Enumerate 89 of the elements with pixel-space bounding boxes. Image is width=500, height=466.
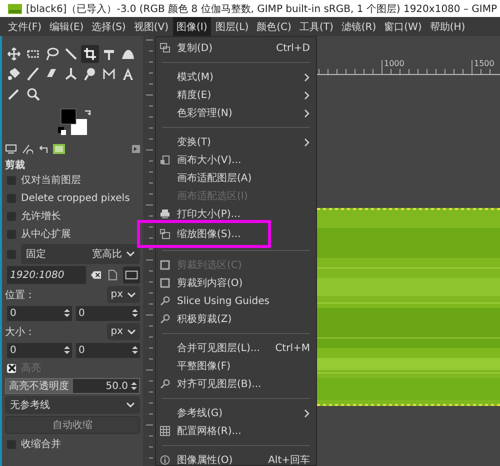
- menu-item[interactable]: Slice Using Guides: [156, 292, 316, 310]
- panel-menu-icon[interactable]: [132, 145, 140, 153]
- ruler-label: 1000: [384, 59, 404, 68]
- square-icon: [160, 260, 170, 270]
- checkbox-label: Delete cropped pixels: [21, 192, 130, 204]
- ruler-label: 1500: [474, 59, 494, 68]
- clear-icon[interactable]: [90, 271, 102, 279]
- zoom-icon: [26, 87, 40, 101]
- menu-item[interactable]: 视图(V): [130, 17, 172, 36]
- menu-item[interactable]: 帮助(H): [426, 17, 470, 36]
- checkbox-label: 从中心扩展: [21, 228, 71, 241]
- duplicate-icon: [160, 43, 170, 53]
- undo-icon[interactable]: [37, 144, 49, 154]
- landscape-icon[interactable]: [122, 266, 140, 284]
- menu-item[interactable]: 画布适配图层(A): [156, 169, 316, 187]
- ratio-field[interactable]: 1920:1080: [7, 266, 86, 284]
- checkbox-label: 收缩合并: [21, 438, 61, 451]
- spin-arrows-icon[interactable]: [131, 381, 137, 391]
- lasso-icon: [45, 47, 59, 61]
- menu-item[interactable]: 文件(F): [4, 17, 46, 36]
- spin-arrows-icon[interactable]: [132, 345, 138, 355]
- spin-arrows-icon[interactable]: [64, 345, 70, 355]
- menu-item[interactable]: 平整图像(F): [156, 357, 316, 375]
- menu-item[interactable]: 复制(D) Ctrl+D: [156, 39, 316, 57]
- menu-item[interactable]: 变换(T): [156, 133, 316, 151]
- grid-icon: [160, 426, 170, 436]
- caret-icon: [126, 402, 135, 408]
- menu-item[interactable]: 编辑(E): [46, 17, 88, 36]
- text-tool-icon: [121, 67, 135, 81]
- number-field[interactable]: 0: [7, 306, 72, 320]
- menu-item[interactable]: 图层(L): [211, 17, 253, 36]
- guides-dropdown[interactable]: 无参考线: [5, 396, 140, 414]
- menu-item[interactable]: 窗口(W): [380, 17, 426, 36]
- spin-arrows-icon[interactable]: [132, 308, 138, 318]
- menu-item[interactable]: 打印大小(P)...: [156, 205, 316, 223]
- section-title: 剪裁: [5, 158, 26, 170]
- slider-label: 高亮不透明度: [8, 380, 69, 393]
- printer-icon: [160, 209, 170, 219]
- unit-dropdown[interactable]: px: [106, 323, 140, 340]
- field-label: 位置：: [5, 288, 35, 302]
- info-icon: [160, 455, 170, 465]
- tool-button[interactable]: [24, 85, 42, 103]
- menu-item[interactable]: 对齐可见图层(B)...: [156, 375, 316, 393]
- menu-item[interactable]: 色彩管理(N): [156, 104, 316, 122]
- app-icon: [8, 4, 22, 14]
- tool-button[interactable]: [5, 65, 23, 83]
- number-field[interactable]: 0: [7, 342, 72, 358]
- crop-icon: [83, 47, 97, 61]
- menu-item[interactable]: 合并可见图层(L)... Ctrl+M: [156, 339, 316, 357]
- checkbox-label: 仅对当前图层: [21, 174, 81, 187]
- number-field[interactable]: 0: [76, 342, 140, 358]
- caret-icon: [127, 292, 136, 298]
- menu-item[interactable]: 精度(E): [156, 86, 316, 104]
- scale-icon: [160, 229, 170, 239]
- menu-item[interactable]: 滤镜(R): [337, 17, 380, 36]
- dropdown[interactable]: 固定 宽高比: [21, 244, 140, 264]
- menu-item[interactable]: 积极剪裁(Z): [156, 310, 316, 328]
- menu-item[interactable]: 图像(I): [172, 17, 212, 36]
- canvas-size-icon: [160, 155, 170, 165]
- menu-item[interactable]: 图像属性(O) Alt+回车: [156, 451, 316, 466]
- checkbox-label: 允许增长: [21, 210, 61, 223]
- portrait-icon[interactable]: [108, 269, 118, 281]
- window-title: [black6]（已导入）-3.0 (RGB 颜色 8 位伽马整数, GIMP built-in sRGB, 1 个图层) 1920x1080 – GIMP: [26, 2, 497, 16]
- menu-item[interactable]: 画布大小(V)...: [156, 151, 316, 169]
- caret-icon: [127, 328, 136, 334]
- move-icon: [7, 47, 21, 61]
- field-label: 大小：: [5, 326, 35, 338]
- auto-shrink-button[interactable]: 自动收缩: [5, 416, 140, 434]
- menu-item[interactable]: 模式(M): [156, 68, 316, 86]
- square-icon: [160, 278, 170, 288]
- unit-dropdown[interactable]: px: [106, 286, 140, 303]
- tool-button[interactable]: [81, 45, 99, 63]
- menu-item[interactable]: 工具(T): [295, 17, 338, 36]
- menu-item[interactable]: 颜色(C): [252, 17, 296, 36]
- menu-item[interactable]: 剪裁到内容(O): [156, 274, 316, 292]
- bucket-icon: [7, 67, 21, 81]
- menu-item[interactable]: 选择(S): [88, 17, 130, 36]
- slider-value: 50.0: [106, 380, 129, 392]
- number-field[interactable]: 0: [76, 306, 140, 320]
- caret-icon: [126, 251, 135, 257]
- menu-item[interactable]: 配置网格(R)...: [156, 422, 316, 440]
- spin-arrows-icon[interactable]: [64, 308, 70, 318]
- menu-item[interactable]: 参考线(G): [156, 404, 316, 422]
- opacity-slider[interactable]: 高亮不透明度 50.0: [5, 378, 140, 394]
- brush-icon: [26, 67, 40, 81]
- color-swatches-drawing[interactable]: [57, 108, 93, 138]
- monitor-icon[interactable]: [5, 144, 17, 154]
- menu-item[interactable]: 缩放图像(S)...: [137, 220, 316, 248]
- tool-button[interactable]: [5, 45, 23, 63]
